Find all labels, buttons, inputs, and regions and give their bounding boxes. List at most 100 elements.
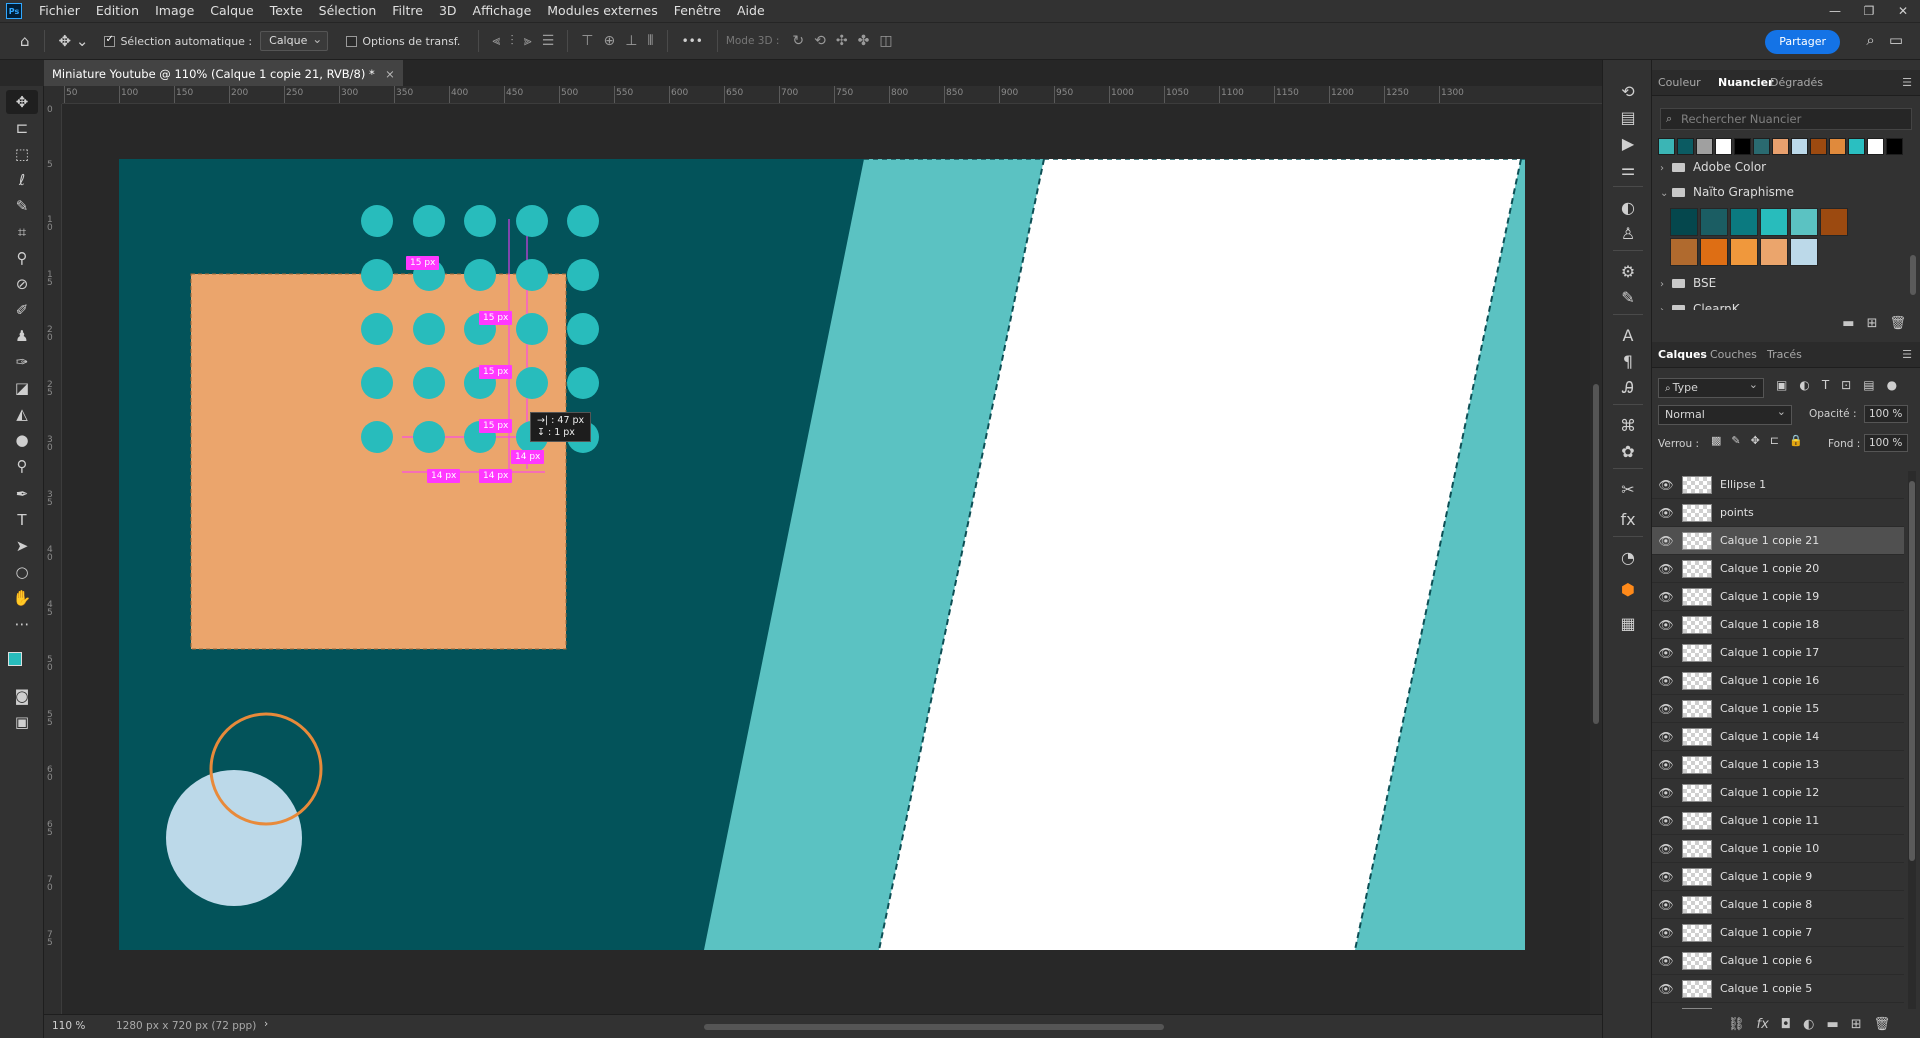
layer-row[interactable]: 👁 Calque 1 copie 12 (1652, 779, 1904, 807)
properties-panel-icon[interactable]: ⚌ (1616, 158, 1640, 182)
layer-name[interactable]: Calque 1 copie 20 (1720, 555, 1819, 583)
scale-3d-icon[interactable]: ◫ (874, 33, 897, 49)
quick-mask-icon[interactable]: ◙ (6, 684, 38, 708)
move-tool-icon[interactable]: ✥ (6, 90, 38, 114)
recent-swatch[interactable] (1715, 138, 1732, 155)
more-options-button[interactable]: ••• (676, 34, 709, 48)
vertical-ruler[interactable]: 0 5 1 0 1 5 2 0 2 5 3 0 3 5 4 0 4 5 5 0 5 5 6 0 6 5 7 … (44, 104, 62, 1014)
visibility-eye-icon[interactable]: 👁 (1658, 673, 1674, 689)
visibility-eye-icon[interactable]: 👁 (1658, 813, 1674, 829)
filter-pixel-icon[interactable]: ▣ (1770, 378, 1793, 392)
lock-all-icon[interactable]: 🔒 (1784, 434, 1808, 447)
menu-image[interactable]: Image (147, 0, 202, 22)
type-tool-icon[interactable]: T (6, 508, 38, 532)
layer-name[interactable]: Calque 1 copie 5 (1720, 975, 1812, 1003)
auto-select-toggle[interactable]: Sélection automatique : (104, 34, 252, 48)
brushes-panel-icon[interactable]: ✎ (1616, 286, 1640, 310)
menu-fen-tre[interactable]: Fenêtre (666, 0, 729, 22)
align-right-icon[interactable]: ⫸ (519, 33, 537, 49)
filter-type-icon[interactable]: T (1816, 378, 1835, 392)
layer-name[interactable]: Calque 1 copie 10 (1720, 835, 1819, 863)
align-bottom-icon[interactable]: ⊥ (620, 33, 642, 49)
adjustment-layer-icon[interactable]: ◐ (1803, 1017, 1814, 1032)
layer-name[interactable]: Calque 1 copie 9 (1720, 863, 1812, 891)
layer-row[interactable]: 👁 Ellipse 1 (1652, 471, 1904, 499)
eraser-tool-icon[interactable]: ◪ (6, 376, 38, 400)
filter-smart-object-icon[interactable]: ▤ (1857, 378, 1880, 392)
horizontal-ruler[interactable]: 50 100 150 200 250 300 350 400 450 500 550 600 650 70… (62, 86, 1602, 104)
visibility-eye-icon[interactable]: 👁 (1658, 505, 1674, 521)
layer-name[interactable]: Calque 1 copie 17 (1720, 639, 1819, 667)
layer-name[interactable]: Calque 1 copie 18 (1720, 611, 1819, 639)
document-canvas[interactable]: 15 px 15 px 15 px 15 px 14 px 14 px 14 p… (119, 159, 1525, 950)
tab-gradients[interactable]: Dégradés (1770, 70, 1823, 96)
naito-swatch[interactable] (1790, 208, 1818, 236)
layer-row[interactable]: 👁 Calque 1 copie 10 (1652, 835, 1904, 863)
scrollbar-thumb[interactable] (1593, 384, 1599, 724)
teal-dot-shape[interactable] (515, 313, 548, 345)
layer-row[interactable]: 👁 Calque 1 copie 8 (1652, 891, 1904, 919)
new-swatch-icon[interactable]: ⊞ (1867, 316, 1878, 331)
transform-options-checkbox[interactable] (346, 36, 358, 47)
recent-swatch[interactable] (1677, 138, 1694, 155)
layer-row[interactable]: 👁 Calque 1 copie 21 (1652, 527, 1904, 555)
actions-panel-icon[interactable]: ▶ (1616, 132, 1640, 156)
foreground-color-swatch[interactable] (8, 652, 22, 666)
filter-shape-icon[interactable]: ⊡ (1835, 378, 1857, 392)
light-blue-circle-shape[interactable] (166, 770, 302, 906)
visibility-eye-icon[interactable]: 👁 (1658, 533, 1674, 549)
swatch-group-adobe-color[interactable]: › Adobe Color (1660, 158, 1912, 178)
layer-name[interactable]: Calque 1 copie 14 (1720, 723, 1819, 751)
new-layer-icon[interactable]: ⊞ (1851, 1017, 1862, 1032)
swatch-group-naito[interactable]: ⌄ Naïto Graphisme (1660, 181, 1912, 203)
layer-row[interactable]: 👁 Calque 1 copie 19 (1652, 583, 1904, 611)
naito-swatch[interactable] (1730, 208, 1758, 236)
menu-calque[interactable]: Calque (202, 0, 261, 22)
recent-swatch[interactable] (1810, 138, 1827, 155)
visibility-eye-icon[interactable]: 👁 (1658, 589, 1674, 605)
recent-swatch[interactable] (1753, 138, 1770, 155)
teal-dot-shape[interactable] (361, 313, 393, 345)
link-layers-icon[interactable]: ⛓ (1728, 1017, 1745, 1032)
ellipse-tool-icon[interactable]: ○ (6, 560, 38, 584)
align-top-icon[interactable]: ⊤ (576, 33, 598, 49)
distribute-icon[interactable]: ☰ (537, 33, 560, 49)
layer-name[interactable]: Calque 1 copie 7 (1720, 919, 1812, 947)
share-button[interactable]: Partager (1765, 30, 1840, 54)
visibility-eye-icon[interactable]: 👁 (1658, 701, 1674, 717)
layer-row[interactable]: 👁 Calque 1 copie 9 (1652, 863, 1904, 891)
visibility-eye-icon[interactable]: 👁 (1658, 981, 1674, 997)
lock-artboard-icon[interactable]: ⊏ (1765, 434, 1784, 447)
character-panel-icon[interactable]: A (1616, 324, 1640, 348)
teal-dot-shape[interactable] (515, 259, 548, 291)
layer-row[interactable]: 👁 points (1652, 499, 1904, 527)
brush-settings-panel-icon[interactable]: ⚙ (1616, 260, 1640, 284)
filter-toggle-icon[interactable]: ● (1881, 378, 1903, 392)
teal-dot-shape[interactable] (412, 205, 445, 237)
naito-swatch[interactable] (1760, 208, 1788, 236)
new-group-icon[interactable]: ▬ (1842, 316, 1854, 331)
recent-swatch[interactable] (1867, 138, 1884, 155)
teal-dot-shape[interactable] (567, 259, 599, 291)
panel-menu-icon[interactable]: ☰ (1902, 70, 1912, 96)
shapes-panel-icon[interactable]: ✿ (1616, 440, 1640, 464)
naito-swatch[interactable] (1790, 238, 1818, 266)
visibility-eye-icon[interactable]: 👁 (1658, 477, 1674, 493)
document-tab[interactable]: Miniature Youtube @ 110% (Calque 1 copie… (44, 60, 403, 86)
layers-scrollbar[interactable] (1908, 471, 1916, 1009)
lock-position-icon[interactable]: ✥ (1746, 434, 1765, 447)
teal-dot-shape[interactable] (412, 367, 445, 399)
visibility-eye-icon[interactable]: 👁 (1658, 841, 1674, 857)
move-tool-preset-icon[interactable]: ✥ ⌄ (53, 32, 95, 50)
menu-aide[interactable]: Aide (729, 0, 773, 22)
brush-tool-icon[interactable]: ✐ (6, 298, 38, 322)
recent-swatch[interactable] (1734, 138, 1751, 155)
marquee-tool-icon[interactable]: ⬚ (6, 142, 38, 166)
menu-filtre[interactable]: Filtre (384, 0, 431, 22)
menu-affichage[interactable]: Affichage (465, 0, 540, 22)
menu-modules-externes[interactable]: Modules externes (539, 0, 665, 22)
recent-swatch[interactable] (1848, 138, 1865, 155)
recent-swatch[interactable] (1772, 138, 1789, 155)
menu-edition[interactable]: Edition (88, 0, 147, 22)
maximize-button[interactable]: ❐ (1852, 0, 1886, 22)
